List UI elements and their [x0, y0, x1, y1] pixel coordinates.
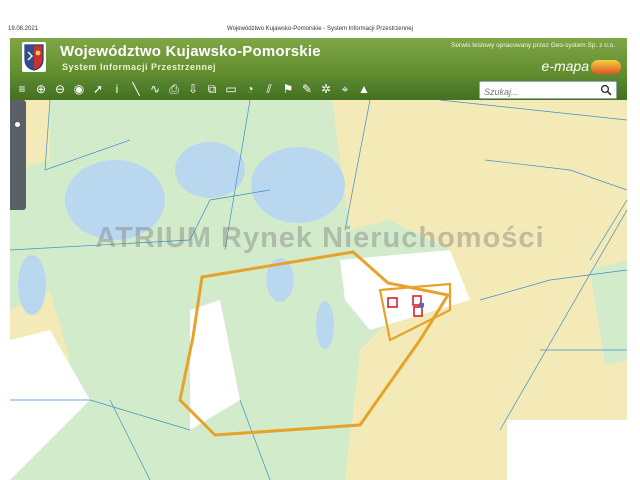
zoom-out-tool[interactable]: ⊖ — [52, 80, 68, 98]
pond-center — [251, 147, 345, 223]
zoom-in-tool[interactable]: ⊕ — [33, 80, 49, 98]
building-marker — [419, 303, 424, 307]
info-icon: i — [115, 82, 119, 96]
markers-tool[interactable]: ✲ — [318, 80, 334, 98]
panel-handle-icon[interactable] — [15, 122, 20, 127]
side-panel-toggle[interactable] — [10, 100, 26, 210]
measure-distance-tool[interactable]: ╲ — [128, 80, 144, 98]
map-canvas[interactable] — [10, 100, 627, 480]
map-toolbar: ≡ ⊕ ⊖ ◉ ➚ i ╲ ∿ ⎙ ⇩ ⧉ ▭ ◔ ⫽ ⚑ ✎ ✲ ⌖ ▲ — [10, 78, 627, 100]
select-tool[interactable]: ➚ — [90, 80, 106, 98]
hatch-icon: ⫽ — [266, 82, 272, 96]
print-title: Województwo Kujawsko-Pomorskie - System … — [227, 26, 413, 32]
zoom-in-icon: ⊕ — [35, 82, 47, 96]
markers-icon: ✲ — [320, 82, 332, 96]
location-tool[interactable]: ⌖ — [337, 80, 353, 98]
bookmark-icon: ⚑ — [282, 82, 294, 96]
app-title: Województwo Kujawsko-Pomorskie — [60, 43, 321, 60]
window-tool[interactable]: ▭ — [223, 80, 239, 98]
pencil-icon: ✎ — [301, 82, 313, 96]
info-tool[interactable]: i — [109, 80, 125, 98]
mountain-icon: ▲ — [358, 82, 370, 96]
bookmark-tool[interactable]: ⚑ — [280, 80, 296, 98]
layers-icon: ≡ — [18, 82, 26, 96]
coat-of-arms-icon — [22, 42, 46, 72]
export-tool[interactable]: ⧉ — [204, 80, 220, 98]
pond-edge — [18, 255, 46, 315]
draw-tool[interactable]: ✎ — [299, 80, 315, 98]
location-icon: ⌖ — [341, 82, 349, 96]
download-icon: ⇩ — [187, 82, 199, 96]
speech-bubble-icon: ◔ — [246, 82, 254, 96]
app-subtitle: System Informacji Przestrzennej — [62, 62, 217, 72]
path-icon: ∿ — [149, 82, 161, 96]
watermark: ATRIUM Rynek Nieruchomości — [95, 222, 545, 254]
layers-tool[interactable]: ≡ — [14, 80, 30, 98]
ruler-icon: ╲ — [132, 82, 140, 96]
terrain-tool[interactable]: ▲ — [356, 80, 372, 98]
map-layer — [10, 100, 627, 480]
app-credit: Serwis testowy opracowany przez Geo-syst… — [450, 42, 615, 49]
arrow-pointer-icon: ➚ — [92, 82, 104, 96]
pond-north — [175, 142, 245, 198]
measure-path-tool[interactable]: ∿ — [147, 80, 163, 98]
export-icon: ⧉ — [207, 82, 217, 96]
search-input[interactable] — [484, 85, 592, 99]
brand-logo-icon — [591, 60, 621, 74]
print-tool[interactable]: ⎙ — [166, 80, 182, 98]
search-box — [479, 81, 617, 99]
comment-tool[interactable]: ◔ — [242, 80, 258, 98]
download-tool[interactable]: ⇩ — [185, 80, 201, 98]
search-icon[interactable] — [600, 84, 612, 96]
app-header: Województwo Kujawsko-Pomorskie System In… — [10, 38, 627, 78]
window-icon: ▭ — [225, 82, 237, 96]
brand-label: e-mapa — [541, 58, 589, 74]
printer-icon: ⎙ — [169, 82, 179, 96]
zoom-out-icon: ⊖ — [54, 82, 66, 96]
pond-small — [316, 301, 334, 349]
map-application: Województwo Kujawsko-Pomorskie System In… — [10, 38, 627, 480]
globe-icon: ◉ — [73, 82, 85, 96]
full-extent-tool[interactable]: ◉ — [71, 80, 87, 98]
white-area-corner — [507, 420, 627, 480]
hatch-tool[interactable]: ⫽ — [261, 80, 277, 98]
